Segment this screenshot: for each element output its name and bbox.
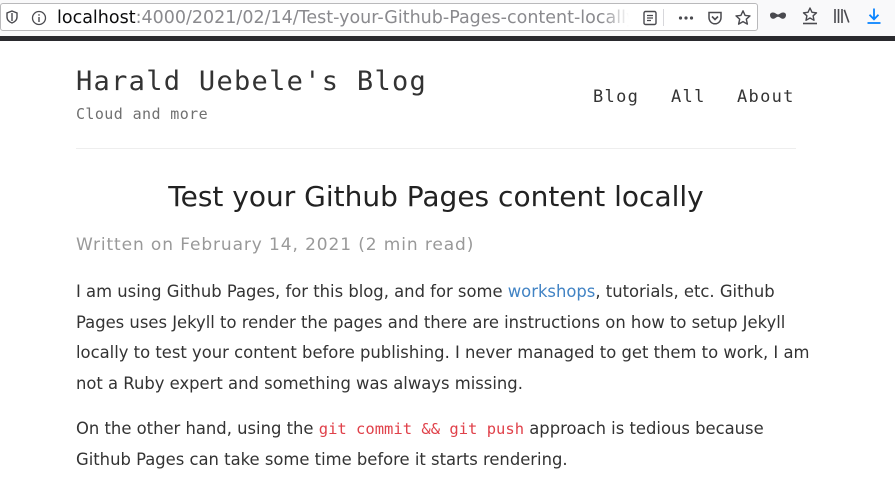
- paragraph-line: Pages uses Jekyll to render the pages an…: [76, 312, 786, 332]
- toolbar-bottom-border: [0, 36, 895, 41]
- text-span: approach is tedious because: [524, 419, 764, 438]
- url-host: localhost: [57, 8, 136, 28]
- pocket-icon[interactable]: [706, 9, 724, 27]
- more-actions-icon[interactable]: [677, 9, 695, 27]
- reader-view-icon[interactable]: [641, 9, 659, 27]
- library-icon[interactable]: [832, 6, 852, 26]
- text-span: On the other hand, using the: [76, 419, 319, 438]
- star-icon[interactable]: [734, 9, 752, 27]
- info-icon[interactable]: [31, 10, 47, 26]
- shield-icon[interactable]: [5, 10, 19, 24]
- header-divider: [76, 148, 796, 149]
- url-fade: [603, 6, 629, 30]
- post-title: Test your Github Pages content locally: [168, 180, 704, 213]
- browser-toolbar: localhost:4000/2021/02/14/Test-your-Gith…: [0, 0, 895, 36]
- post-meta: Written on February 14, 2021 (2 min read…: [76, 235, 475, 255]
- download-arrow-icon[interactable]: [864, 6, 884, 26]
- paragraph-line: I am using Github Pages, for this blog, …: [76, 277, 802, 308]
- post-paragraph: I am using Github Pages, for this blog, …: [76, 277, 810, 399]
- text-span: I am using Github Pages, for this blog, …: [76, 282, 508, 301]
- workshops-link[interactable]: workshops: [508, 282, 596, 301]
- address-bar[interactable]: localhost:4000/2021/02/14/Test-your-Gith…: [0, 3, 758, 31]
- site-nav: Blog All About: [0, 85, 895, 109]
- nav-blog-link[interactable]: Blog: [593, 85, 639, 109]
- paragraph-line: Github Pages can take some time before i…: [76, 449, 568, 469]
- inline-code: git commit && git push: [318, 420, 525, 438]
- text-span: , tutorials, etc. Github: [595, 282, 775, 301]
- url-text[interactable]: localhost:4000/2021/02/14/Test-your-Gith…: [57, 6, 629, 30]
- nav-all-link[interactable]: All: [671, 85, 706, 109]
- mask-icon[interactable]: [768, 6, 788, 26]
- bookmark-tray-icon[interactable]: [800, 6, 820, 26]
- url-path: :4000/2021/02/14/Test-your-Github-Pages-…: [135, 8, 629, 28]
- paragraph-line: locally to test your content before publ…: [76, 343, 810, 362]
- paragraph-line: not a Ruby expert and something was alwa…: [76, 373, 523, 393]
- paragraph-line: On the other hand, using the git commit …: [76, 414, 802, 445]
- nav-about-link[interactable]: About: [737, 85, 795, 109]
- post-paragraph: On the other hand, using the git commit …: [76, 414, 802, 475]
- url-separator: [663, 9, 664, 26]
